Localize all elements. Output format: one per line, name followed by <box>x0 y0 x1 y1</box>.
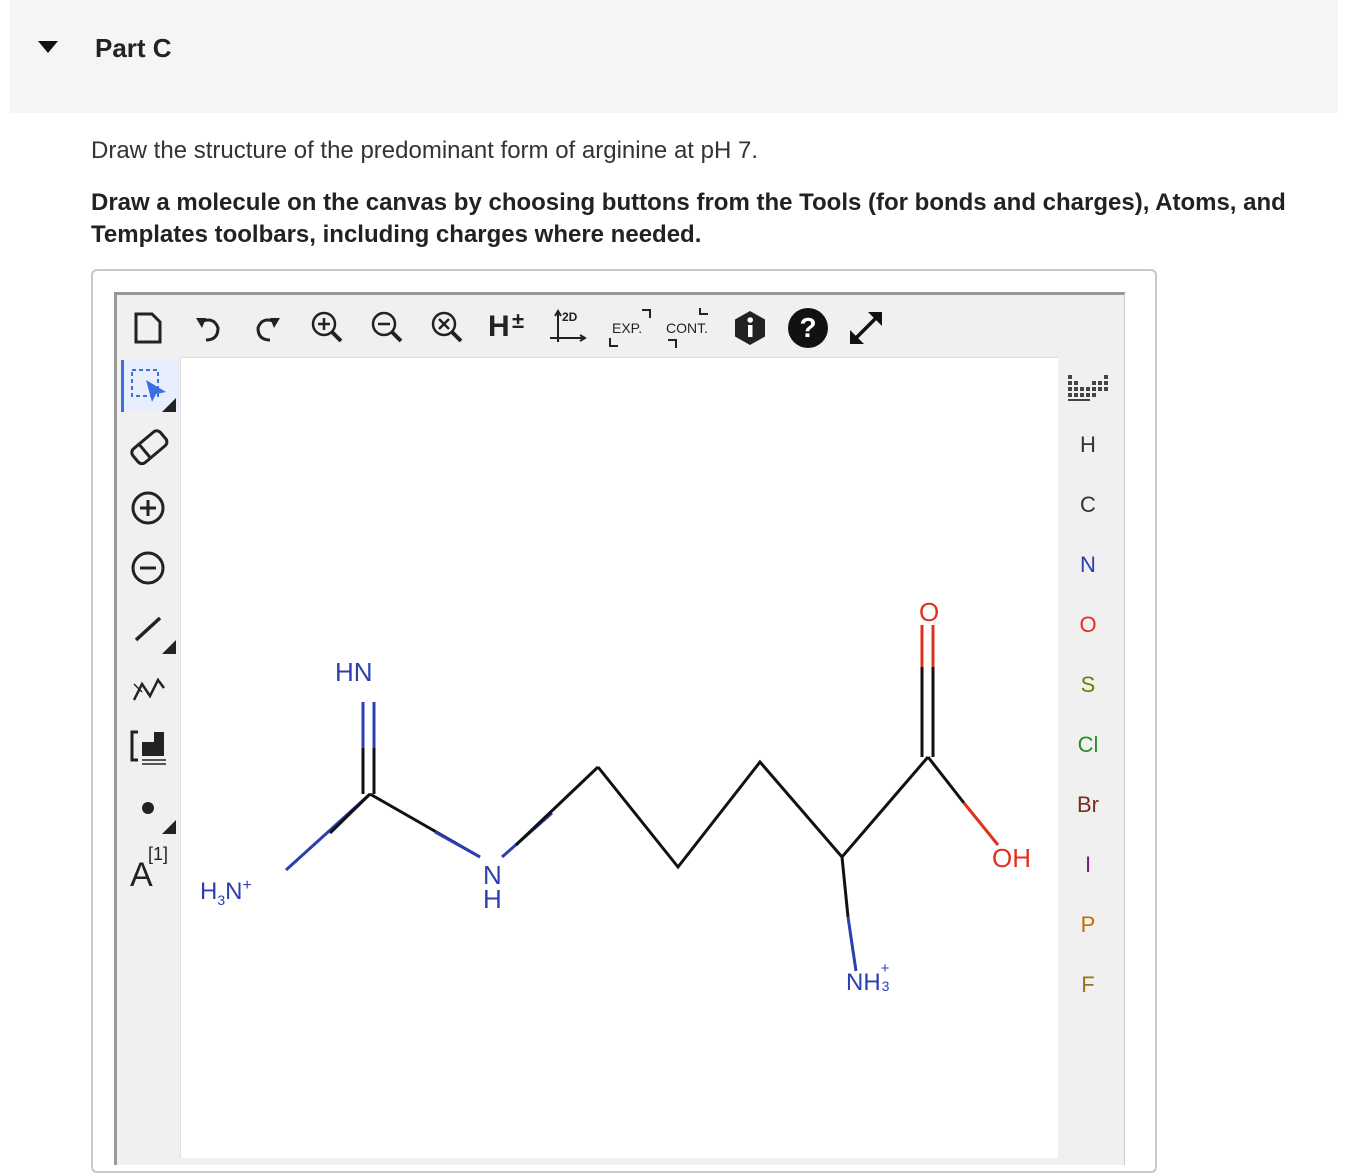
exp-label: EXP. <box>612 320 643 336</box>
expand-button[interactable]: EXP. <box>606 308 654 348</box>
bonds <box>284 625 1000 972</box>
atom-cl-label: Cl <box>1077 732 1099 757</box>
fullscreen-icon[interactable] <box>846 308 886 348</box>
selection-tool[interactable] <box>121 360 180 412</box>
contract-button[interactable]: CONT. <box>664 308 716 348</box>
guanidinium-subscript: 3 <box>217 891 226 908</box>
atom-i-label: I <box>1084 852 1092 877</box>
chain-tool[interactable] <box>124 662 180 714</box>
redo-icon[interactable] <box>248 308 288 348</box>
guanidinium-h: H <box>200 878 218 905</box>
atom-p-button[interactable]: P <box>1062 905 1114 945</box>
hydroxyl-label: OH <box>992 843 1031 873</box>
atom-s-label: S <box>1080 672 1096 697</box>
template-tool[interactable] <box>124 720 180 772</box>
guanidinium-n: N <box>225 878 243 905</box>
amine-nh: NH <box>846 969 881 996</box>
eraser-icon[interactable] <box>124 420 180 472</box>
atom-f-button[interactable]: F <box>1062 965 1114 1005</box>
collapse-caret-icon[interactable] <box>38 41 58 53</box>
atom-s-button[interactable]: S <box>1062 665 1114 705</box>
clean-2d-button[interactable]: 2D <box>548 308 588 348</box>
h-sign: ± <box>512 308 525 333</box>
part-title: Part C <box>95 33 172 63</box>
atom-n-button[interactable]: N <box>1062 545 1114 585</box>
part-header <box>10 0 1338 113</box>
carbonyl-o-label: O <box>919 597 940 627</box>
undo-icon[interactable] <box>188 308 228 348</box>
periodic-table-icon[interactable] <box>1066 373 1110 405</box>
h-label: H <box>488 310 510 343</box>
zoom-in-icon[interactable] <box>308 308 348 348</box>
amine-label: NH +3 <box>846 960 893 997</box>
atom-n-label: N <box>1080 552 1096 577</box>
atom-br-button[interactable]: Br <box>1062 785 1114 825</box>
atom-cl-button[interactable]: Cl <box>1062 725 1114 765</box>
guanidinium-charge: + <box>242 877 252 894</box>
zoom-reset-icon[interactable] <box>428 308 468 348</box>
explicit-hydrogens-button[interactable]: H ± <box>488 308 532 348</box>
instruction-text: Draw a molecule on the canvas by choosin… <box>91 189 1286 248</box>
single-bond-tool[interactable] <box>124 602 180 654</box>
atom-p-label: P <box>1080 912 1096 937</box>
guanidinium-label: H3N+ <box>200 877 252 908</box>
atom-c-button[interactable]: C <box>1062 485 1114 525</box>
atom-o-button[interactable]: O <box>1062 605 1114 645</box>
info-icon[interactable] <box>730 308 770 348</box>
amide-h-label: H <box>483 884 502 914</box>
question-text: Draw the structure of the predominant fo… <box>91 137 758 164</box>
atom-i-button[interactable]: I <box>1062 845 1114 885</box>
svg-text:?: ? <box>799 312 816 343</box>
atom-c-label: C <box>1080 492 1096 517</box>
atom-o-label: O <box>1079 612 1097 637</box>
atom-label-tool[interactable]: A [1] <box>124 838 180 894</box>
amine-subscript: 3 <box>881 978 890 994</box>
atom-br-label: Br <box>1077 792 1099 817</box>
new-document-icon[interactable] <box>128 308 168 348</box>
radical-tool[interactable] <box>124 782 180 834</box>
atom-label-tool-index: [1] <box>148 844 169 864</box>
two-d-label: 2D <box>562 310 578 324</box>
atom-h-button[interactable]: H <box>1062 425 1114 465</box>
amine-charge: + <box>880 960 890 977</box>
cont-label: CONT. <box>666 320 708 336</box>
help-icon[interactable]: ? <box>787 307 829 349</box>
imine-label: HN <box>335 657 373 687</box>
negative-charge-icon[interactable] <box>124 542 180 594</box>
zoom-out-icon[interactable] <box>368 308 408 348</box>
atom-h-label: H <box>1080 432 1096 457</box>
atom-f-label: F <box>1081 972 1095 997</box>
positive-charge-icon[interactable] <box>124 482 180 534</box>
